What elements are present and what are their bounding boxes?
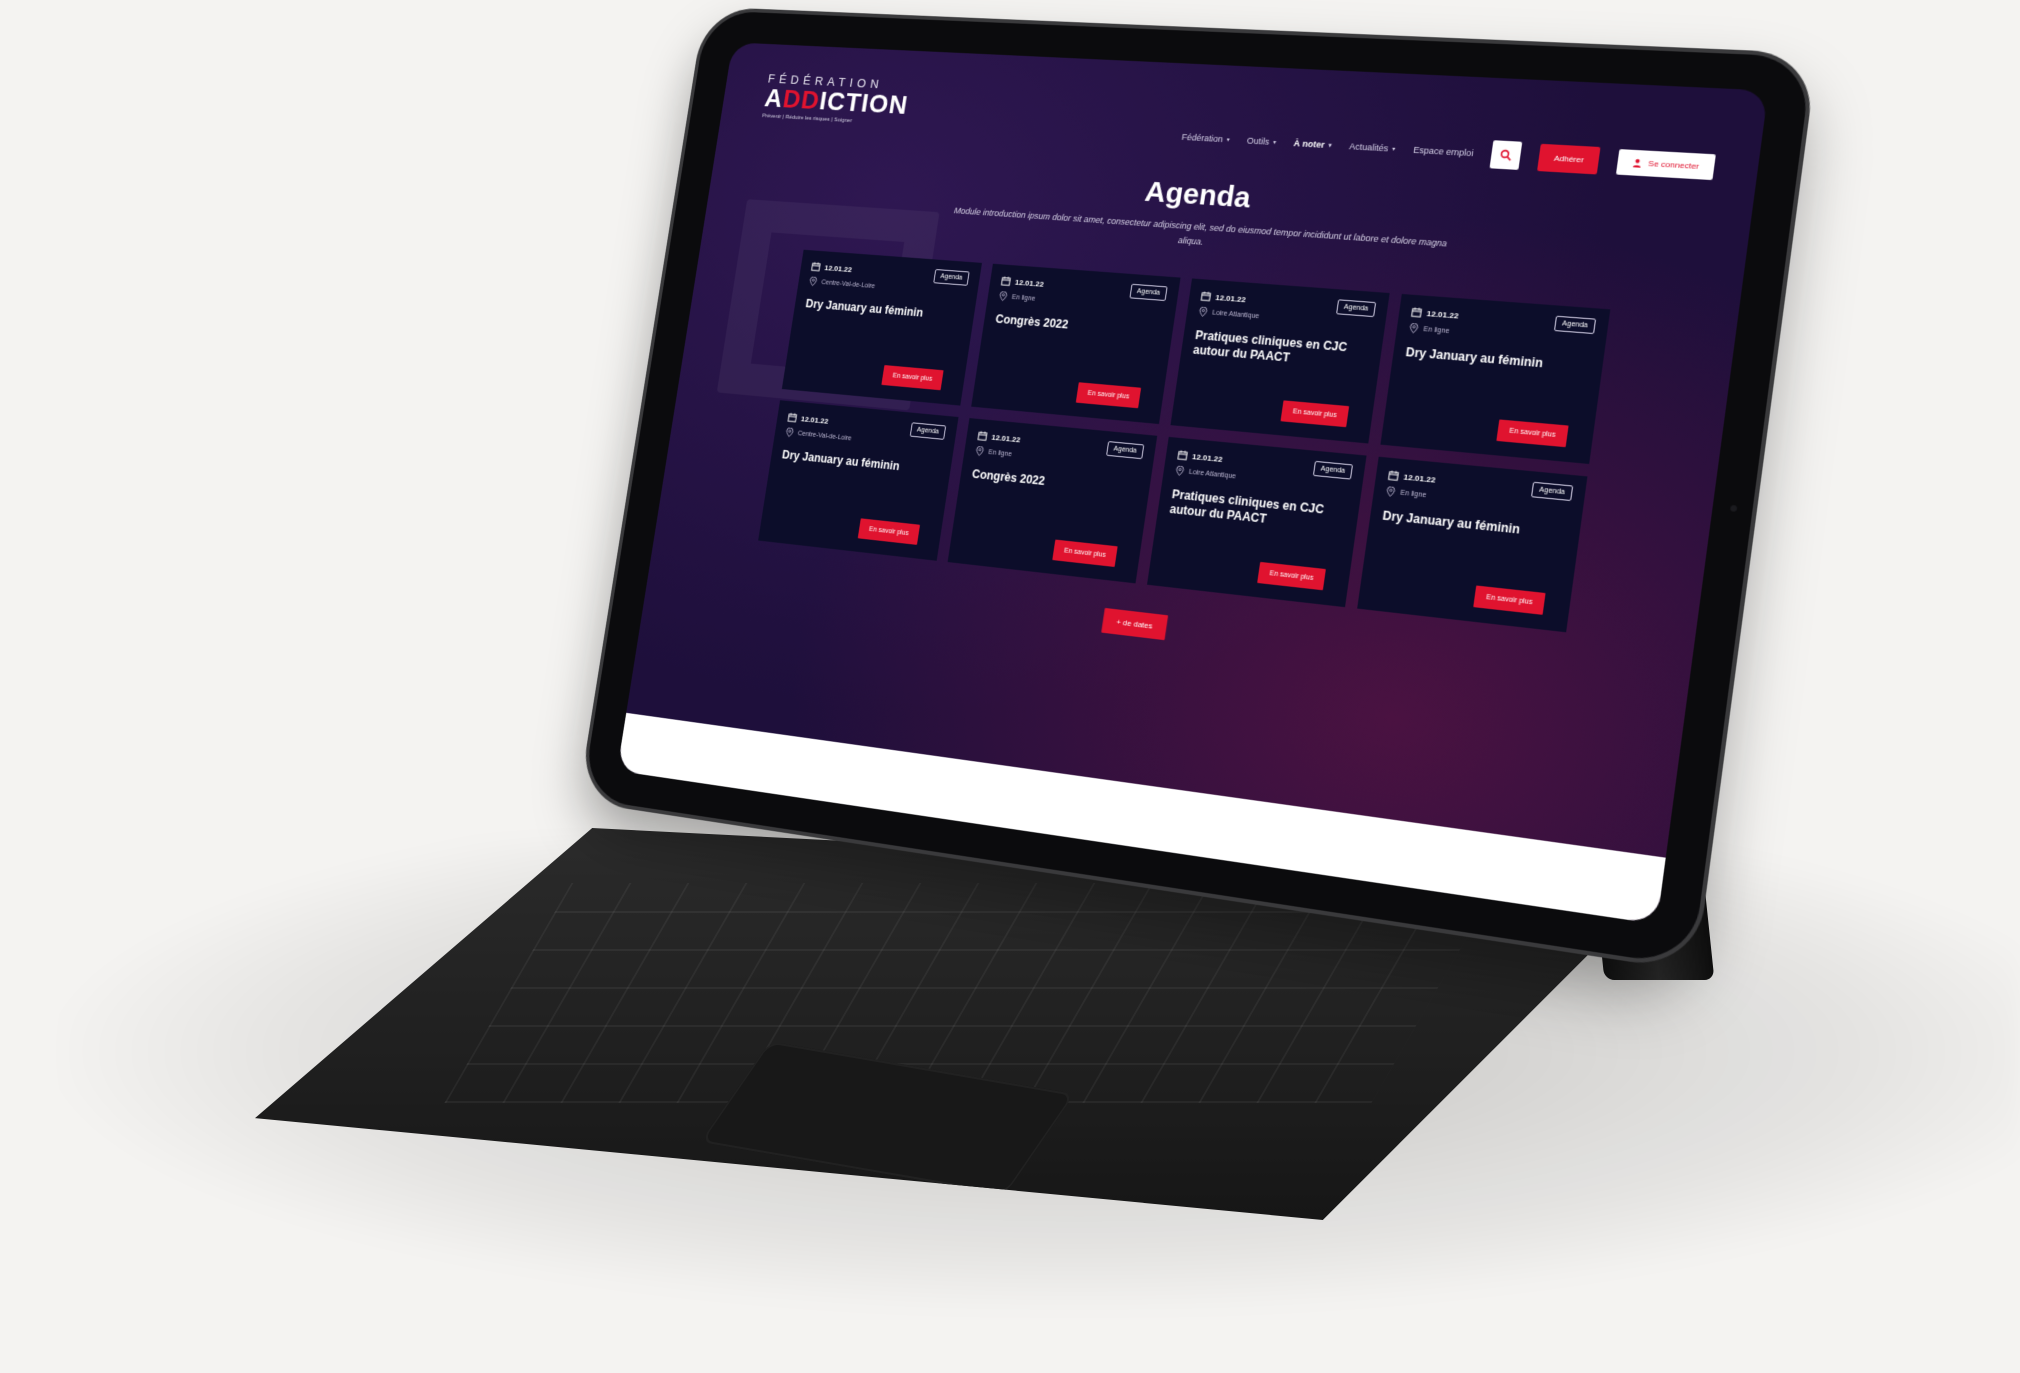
- search-icon: [1499, 149, 1513, 162]
- nav-item-federation[interactable]: Fédération ▾: [1181, 132, 1230, 144]
- card-date: 12.01.22: [1214, 292, 1247, 304]
- card-tag[interactable]: Agenda: [1312, 460, 1354, 480]
- card-date: 12.01.22: [1426, 308, 1460, 321]
- nav-item-outils[interactable]: Outils ▾: [1246, 136, 1277, 147]
- camera-dot: [1729, 504, 1738, 512]
- calendar-icon: [1177, 450, 1188, 461]
- nav-item-label: Outils: [1246, 135, 1271, 147]
- calendar-icon: [811, 262, 821, 272]
- calendar-icon: [1388, 470, 1400, 481]
- card-title: Dry January au féminin: [1381, 508, 1521, 537]
- card-date: 12.01.22: [1014, 277, 1045, 289]
- agenda-card[interactable]: 12.01.22 Agenda Centre-Val-de-Loire Dry …: [781, 249, 982, 406]
- site-logo[interactable]: FÉDÉRATION ADDICTION Prévenir | Réduire …: [762, 72, 912, 127]
- card-tag[interactable]: Agenda: [933, 268, 970, 286]
- agenda-card[interactable]: 12.01.22 Agenda En ligne Dry January au …: [1357, 456, 1588, 633]
- location-pin-icon: [998, 291, 1008, 301]
- location-pin-icon: [1200, 306, 1208, 318]
- card-more-button[interactable]: En savoir plus: [1280, 400, 1350, 428]
- card-tag[interactable]: Agenda: [909, 422, 947, 440]
- card-location: En ligne: [1011, 293, 1036, 303]
- card-date: 12.01.22: [1191, 451, 1224, 464]
- card-title: Pratiques cliniques en CJC autour du PAA…: [1192, 328, 1349, 365]
- card-tag[interactable]: Agenda: [1335, 299, 1377, 318]
- card-location: Centre-Val-de-Loire: [820, 278, 876, 290]
- card-title: Congrès 2022: [994, 312, 1070, 332]
- card-date: 12.01.22: [800, 414, 830, 426]
- logo-main-suffix: ICTION: [817, 86, 911, 120]
- agenda-card[interactable]: 12.01.22 Agenda Loire Atlantique Pratiqu…: [1170, 278, 1390, 444]
- card-more-button[interactable]: En savoir plus: [1496, 419, 1569, 448]
- card-title: Dry January au féminin: [781, 447, 901, 474]
- calendar-icon: [1001, 276, 1012, 286]
- card-location: Centre-Val-de-Loire: [797, 429, 852, 442]
- tablet-screen: FÉDÉRATION ADDICTION Prévenir | Réduire …: [617, 42, 1769, 925]
- nav-item-label: À noter: [1293, 138, 1326, 150]
- nav-item-actualites[interactable]: Actualités ▾: [1349, 141, 1396, 153]
- chevron-down-icon: ▾: [1226, 136, 1230, 143]
- card-more-button[interactable]: En savoir plus: [857, 518, 921, 545]
- chevron-down-icon: ▾: [1328, 142, 1332, 149]
- card-title: Dry January au féminin: [804, 296, 924, 320]
- card-date: 12.01.22: [991, 432, 1022, 444]
- card-tag[interactable]: Agenda: [1530, 481, 1574, 502]
- tablet-device: FÉDÉRATION ADDICTION Prévenir | Réduire …: [581, 10, 1813, 967]
- card-more-button[interactable]: En savoir plus: [1473, 585, 1546, 615]
- card-location: Loire Atlantique: [1211, 309, 1260, 320]
- search-button[interactable]: [1489, 140, 1523, 170]
- agenda-card[interactable]: 12.01.22 Agenda Loire Atlantique Pratiqu…: [1147, 436, 1367, 608]
- agenda-card[interactable]: 12.01.22 Agenda En ligne Dry January au …: [1380, 293, 1611, 465]
- location-pin-icon: [785, 427, 794, 437]
- card-title: Congrès 2022: [971, 467, 1046, 488]
- tablet-scene: FÉDÉRATION ADDICTION Prévenir | Réduire …: [0, 0, 2020, 1373]
- chevron-down-icon: ▾: [1272, 139, 1277, 146]
- calendar-icon: [1411, 307, 1423, 318]
- card-location: Loire Atlantique: [1188, 468, 1237, 480]
- adherer-button[interactable]: Adhérer: [1537, 143, 1601, 174]
- agenda-card[interactable]: 12.01.22 Agenda Centre-Val-de-Loire Dry …: [758, 400, 959, 561]
- card-more-button[interactable]: En savoir plus: [881, 365, 944, 391]
- location-pin-icon: [809, 276, 818, 286]
- agenda-card[interactable]: 12.01.22 Agenda En ligne Congrès 2022 En…: [971, 263, 1181, 425]
- card-title: Pratiques cliniques en CJC autour du PAA…: [1168, 487, 1325, 526]
- card-tag[interactable]: Agenda: [1553, 315, 1597, 335]
- card-more-button[interactable]: En savoir plus: [1075, 382, 1142, 409]
- card-location: En ligne: [1399, 489, 1427, 499]
- main-nav: Fédération ▾ Outils ▾ À noter ▾ Actualités ▾…: [1180, 123, 1716, 181]
- agenda-card-grid: 12.01.22 Agenda Centre-Val-de-Loire Dry …: [758, 249, 1611, 633]
- card-location: En ligne: [1422, 325, 1450, 335]
- nav-item-label: Espace emploi: [1412, 144, 1475, 159]
- more-dates-button[interactable]: + de dates: [1101, 607, 1168, 641]
- nav-item-label: Actualités: [1348, 141, 1390, 154]
- nav-item-espace-emploi[interactable]: Espace emploi: [1413, 145, 1474, 158]
- user-icon: [1632, 158, 1641, 168]
- location-pin-icon: [1175, 466, 1185, 477]
- card-location: En ligne: [987, 448, 1013, 458]
- location-pin-icon: [975, 446, 985, 456]
- card-date: 12.01.22: [1403, 471, 1437, 485]
- calendar-icon: [1200, 291, 1211, 302]
- footer-strip: [617, 712, 1666, 925]
- chevron-down-icon: ▾: [1391, 146, 1396, 153]
- card-title: Dry January au féminin: [1404, 345, 1544, 371]
- card-more-button[interactable]: En savoir plus: [1052, 539, 1118, 567]
- location-pin-icon: [1409, 323, 1420, 334]
- card-date: 12.01.22: [823, 263, 853, 274]
- card-tag[interactable]: Agenda: [1105, 441, 1145, 460]
- nav-item-a-noter[interactable]: À noter ▾: [1293, 138, 1332, 150]
- logo-mark: DD: [780, 84, 822, 115]
- login-button[interactable]: Se connecter: [1615, 148, 1716, 180]
- agenda-card[interactable]: 12.01.22 Agenda En ligne Congrès 2022 En…: [947, 418, 1158, 584]
- location-pin-icon: [1385, 486, 1396, 497]
- calendar-icon: [787, 412, 797, 422]
- card-more-button[interactable]: En savoir plus: [1257, 561, 1326, 591]
- nav-item-label: Fédération: [1181, 132, 1224, 145]
- calendar-icon: [977, 431, 988, 441]
- login-label: Se connecter: [1647, 158, 1700, 171]
- card-tag[interactable]: Agenda: [1129, 283, 1168, 302]
